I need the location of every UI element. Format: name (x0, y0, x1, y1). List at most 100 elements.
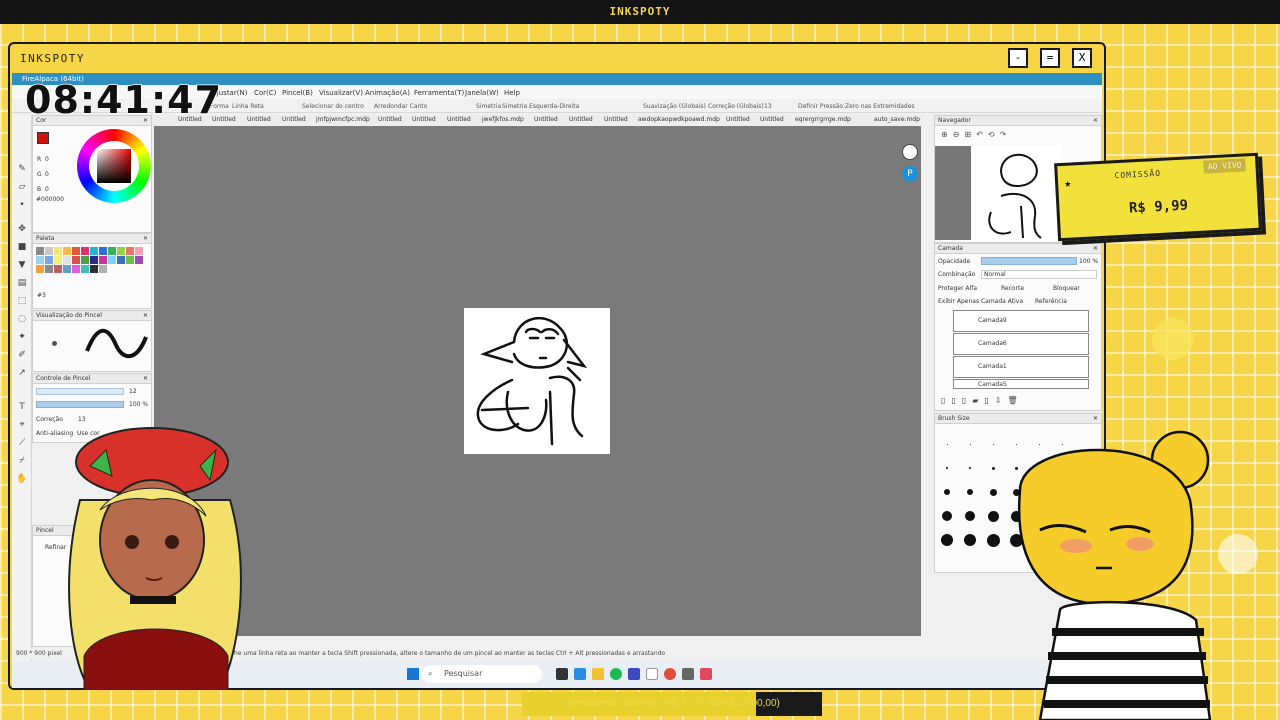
palette-swatch[interactable] (117, 247, 125, 255)
layer-action-icons[interactable]: ▯▯▯▰▯⇩🗑 (941, 396, 1024, 405)
select-center-checkbox[interactable]: Selecionar do centro (302, 103, 364, 110)
layer-opacity-value[interactable]: 100 % (1079, 258, 1098, 265)
move-tool-icon[interactable]: ✥ (16, 223, 28, 235)
chrome-icon[interactable] (664, 668, 676, 680)
protect-alpha-checkbox[interactable]: Proteger Alfa (938, 285, 977, 292)
navigator-zoom-icons[interactable]: ⊕⊖⊞↶⟲↷ (941, 130, 1011, 139)
brush-size-dot[interactable] (992, 443, 994, 445)
task-view-icon[interactable] (556, 668, 568, 680)
palette-swatch[interactable] (63, 256, 71, 264)
gradient-tool-icon[interactable]: ▤ (16, 277, 28, 289)
palette-swatch[interactable] (36, 265, 44, 273)
brush-size-dot[interactable] (991, 466, 995, 470)
menu-tool[interactable]: Ferramenta(T) (414, 89, 464, 97)
pressure-checkbox[interactable]: Definir Pressão Zero nas Extremidades (798, 103, 915, 110)
tab-4[interactable]: jmfpjwmcfpc.mdp (316, 116, 370, 123)
reference-checkbox[interactable]: Referência (1035, 298, 1067, 305)
palette-swatch[interactable] (54, 256, 62, 264)
eraser-tool-icon[interactable]: ▱ (16, 181, 28, 193)
palette-swatch[interactable] (126, 256, 134, 264)
close-icon[interactable]: ✕ (143, 374, 148, 384)
hex-value[interactable]: #000000 (36, 196, 64, 203)
tab-12[interactable]: awdopkaopwdkpoawd.mdp (638, 116, 720, 123)
firealpaca-taskbar-icon[interactable] (646, 668, 658, 680)
menu-help[interactable]: Help (504, 89, 520, 97)
app-icon[interactable] (682, 668, 694, 680)
tab-5[interactable]: Untitled (378, 116, 402, 123)
tab-11[interactable]: Untitled (604, 116, 628, 123)
tab-10[interactable]: Untitled (569, 116, 593, 123)
brush-size-dot[interactable] (989, 488, 997, 496)
palette-swatch[interactable] (90, 256, 98, 264)
palette-swatch[interactable] (99, 247, 107, 255)
select-pen-tool-icon[interactable]: ✐ (16, 349, 28, 361)
brush-tool-icon[interactable]: ✎ (16, 163, 28, 175)
palette-swatch[interactable] (45, 256, 53, 264)
lock-checkbox[interactable]: Bloquear (1053, 285, 1080, 292)
show-active-checkbox[interactable]: Exibir Apenas Camada Ativa (938, 298, 1023, 305)
tab-2[interactable]: Untitled (247, 116, 271, 123)
smoothing-checkbox[interactable]: Suavização (Globais) (643, 103, 706, 110)
symmetry-checkbox[interactable]: Simetria (476, 103, 501, 110)
brush-size-slider[interactable] (36, 388, 124, 395)
brush-size-dot[interactable] (964, 534, 976, 546)
minimize-button[interactable]: - (1008, 48, 1028, 68)
tab-6[interactable]: Untitled (412, 116, 436, 123)
taskbar-search[interactable]: ⌕ Pesquisar (422, 665, 542, 683)
brush-size-dot[interactable] (944, 489, 950, 495)
windows-start-icon[interactable] (407, 668, 419, 680)
palette-swatch[interactable] (135, 256, 143, 264)
r-value[interactable]: 0 (45, 156, 49, 163)
clip-checkbox[interactable]: Recorte (1001, 285, 1024, 292)
navigator-preview[interactable] (971, 146, 1061, 240)
round-corner-checkbox[interactable]: Arredondar Canto (374, 103, 427, 110)
palette-swatch[interactable] (36, 247, 44, 255)
menu-color[interactable]: Cor(C) (254, 89, 276, 97)
drawing-canvas[interactable] (464, 308, 610, 454)
brush-size-dot[interactable] (987, 510, 999, 522)
brush-size-dot[interactable] (942, 511, 952, 521)
hand-tool-icon[interactable]: ✋ (16, 473, 28, 485)
brush-size-dot[interactable] (946, 467, 948, 469)
tab-13[interactable]: Untitled (726, 116, 750, 123)
palette-swatch[interactable] (63, 265, 71, 273)
tab-8[interactable]: jwefjkfos.mdp (482, 116, 524, 123)
palette-swatch[interactable] (90, 247, 98, 255)
bucket-tool-icon[interactable]: ▼ (16, 259, 28, 271)
palette-swatch[interactable] (72, 265, 80, 273)
palette-swatch[interactable] (63, 247, 71, 255)
edge-icon[interactable] (574, 668, 586, 680)
palette-swatch[interactable] (81, 265, 89, 273)
symmetry-select[interactable]: Simetria Esquerda-Direita (502, 103, 579, 110)
correction-value[interactable]: 13 (764, 103, 772, 110)
brush-size-dot[interactable] (969, 443, 971, 445)
tab-3[interactable]: Untitled (282, 116, 306, 123)
brush-size-dot[interactable] (967, 489, 973, 495)
palette-grid[interactable] (36, 247, 146, 287)
palette-swatch[interactable] (108, 247, 116, 255)
palette-swatch[interactable] (90, 265, 98, 273)
folder-icon[interactable] (592, 668, 604, 680)
eyedropper-tool-icon[interactable]: ⌿ (16, 455, 28, 467)
b-value[interactable]: 0 (45, 186, 49, 193)
close-icon[interactable]: ✕ (1093, 244, 1098, 254)
palette-swatch[interactable] (54, 247, 62, 255)
brush-size-dot[interactable] (965, 511, 975, 521)
brush-size-dot[interactable] (941, 534, 953, 546)
primary-color-swatch[interactable] (37, 132, 49, 144)
lasso-tool-icon[interactable]: ◌ (16, 313, 28, 325)
palette-swatch[interactable] (81, 256, 89, 264)
layer-row[interactable]: Camada6 (953, 333, 1089, 355)
layer-row[interactable]: Camada1 (953, 356, 1089, 378)
palette-swatch[interactable] (117, 256, 125, 264)
select-tool-icon[interactable]: ⬚ (16, 295, 28, 307)
text-tool-icon[interactable]: T (16, 401, 28, 413)
tab-15[interactable]: eqrergrrgrrge.mdp (795, 116, 851, 123)
operation-tool-icon[interactable]: ⌖ (16, 419, 28, 431)
palette-swatch[interactable] (126, 247, 134, 255)
blend-select[interactable]: Normal (981, 270, 1097, 279)
shape-select[interactable]: Linha Reta (232, 103, 264, 110)
brush-size-dot[interactable] (946, 443, 948, 445)
close-icon[interactable]: ✕ (143, 234, 148, 244)
tab-16[interactable]: auto_save.mdp (874, 116, 920, 123)
